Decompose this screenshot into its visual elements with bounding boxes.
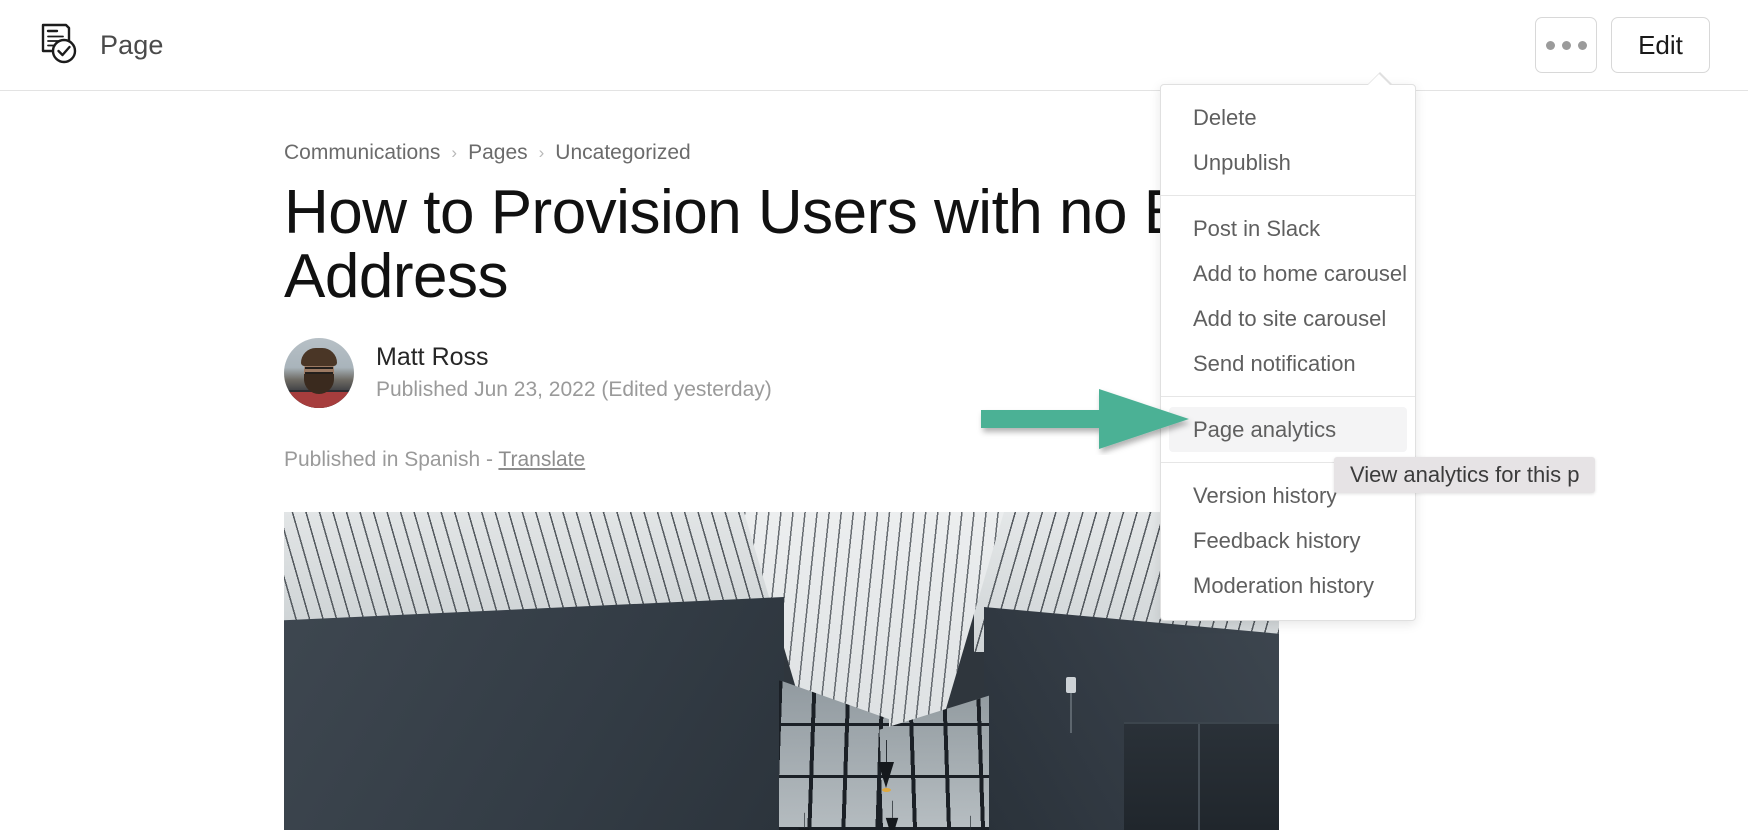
breadcrumb-item-uncategorized[interactable]: Uncategorized [555,141,690,165]
translate-link[interactable]: Translate [498,448,585,471]
menu-divider [1161,195,1415,196]
menu-item-unpublish[interactable]: Unpublish [1169,140,1407,185]
menu-item-post-in-slack[interactable]: Post in Slack [1169,206,1407,251]
menu-divider [1161,396,1415,397]
more-options-button[interactable] [1535,17,1597,73]
menu-item-add-to-home-carousel[interactable]: Add to home carousel [1169,251,1407,296]
hero-image [284,512,1279,830]
breadcrumb: Communications › Pages › Uncategorized [284,141,691,165]
ellipsis-icon [1545,40,1587,50]
page-check-icon [36,21,84,69]
menu-item-page-analytics[interactable]: Page analytics [1169,407,1407,452]
page-title-label: Page [100,29,164,60]
breadcrumb-item-communications[interactable]: Communications [284,141,440,165]
author-name[interactable]: Matt Ross [376,341,772,373]
edit-button[interactable]: Edit [1611,17,1710,73]
chevron-right-icon: › [538,143,545,162]
app-screen: Page Edit Communications › Pages › Uncat… [0,0,1748,830]
author-meta: Matt Ross Published Jun 23, 2022 (Edited… [376,341,772,405]
top-bar: Page Edit [0,0,1748,91]
menu-item-delete[interactable]: Delete [1169,95,1407,140]
author-block: Matt Ross Published Jun 23, 2022 (Edited… [284,338,772,408]
breadcrumb-item-pages[interactable]: Pages [468,141,528,165]
chevron-right-icon: › [451,143,458,162]
more-options-menu: Delete Unpublish Post in Slack Add to ho… [1160,72,1416,621]
menu-item-add-to-site-carousel[interactable]: Add to site carousel [1169,296,1407,341]
menu-item-feedback-history[interactable]: Feedback history [1169,518,1407,563]
menu-item-send-notification[interactable]: Send notification [1169,341,1407,386]
avatar [284,338,354,408]
language-note-text: Published in Spanish - [284,448,499,471]
tooltip: View analytics for this p [1334,457,1596,493]
top-bar-left: Page [0,21,163,69]
menu-item-moderation-history[interactable]: Moderation history [1169,563,1407,608]
language-note: Published in Spanish - Translate [284,448,585,472]
published-date: Published Jun 23, 2022 (Edited yesterday… [376,378,772,401]
top-bar-actions: Edit [1535,17,1748,73]
